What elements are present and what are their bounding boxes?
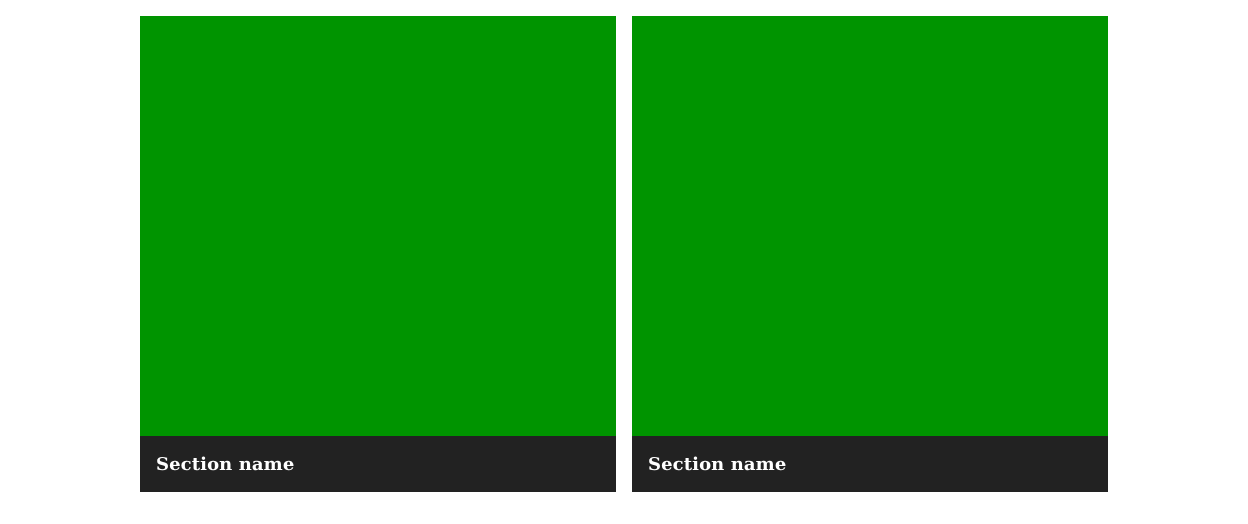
section-card-image	[140, 16, 616, 436]
section-card-footer: Section name	[632, 436, 1108, 492]
section-card-footer: Section name	[140, 436, 616, 492]
section-cards-grid: Section name Section name	[140, 16, 1108, 492]
section-card-title: Section name	[648, 453, 787, 475]
section-card-image	[632, 16, 1108, 436]
section-card-title: Section name	[156, 453, 295, 475]
section-card-1[interactable]: Section name	[140, 16, 616, 492]
section-card-2[interactable]: Section name	[632, 16, 1108, 492]
